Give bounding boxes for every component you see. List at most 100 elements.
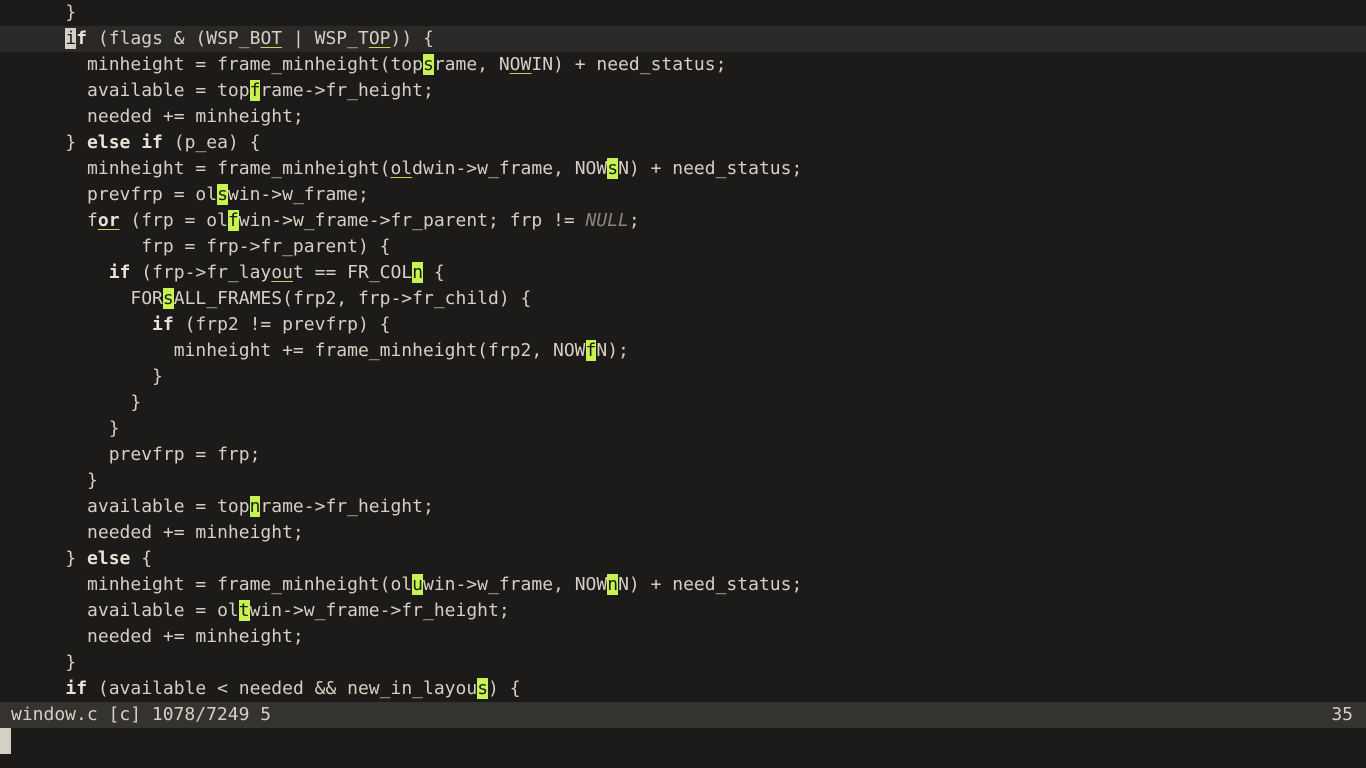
code-line[interactable]: } — [0, 468, 1366, 494]
code-line[interactable]: } — [0, 416, 1366, 442]
code-token: win->w_frame->fr_parent; frp != — [238, 210, 586, 231]
code-line-text: prevfrp = olswin->w_frame; — [22, 182, 369, 208]
code-line-text: } — [22, 650, 76, 676]
code-line[interactable]: needed += minheight; — [0, 520, 1366, 546]
code-line-text: FORsALL_FRAMES(frp2, frp->fr_child) { — [22, 286, 531, 312]
jump-hint-label: u — [412, 574, 423, 595]
code-token: NULL — [585, 210, 629, 231]
code-buffer[interactable]: } if (flags & (WSP_BOT | WSP_TOP)) { min… — [0, 0, 1366, 702]
code-line[interactable]: prevfrp = frp; — [0, 442, 1366, 468]
keyword-token: f — [76, 28, 88, 49]
code-token: IN) + need_status; — [531, 54, 727, 75]
command-line[interactable] — [0, 728, 1366, 768]
code-token: OW — [509, 54, 532, 75]
code-line[interactable]: } else { — [0, 546, 1366, 572]
code-token: frp = frp->fr_parent) { — [22, 236, 391, 257]
code-line[interactable]: available = oltwin->w_frame->fr_height; — [0, 598, 1366, 624]
code-token: available = ol — [22, 600, 239, 621]
code-token: OP — [368, 28, 391, 49]
code-token: ou — [271, 262, 293, 283]
status-line: window.c [c] 1078/7249 5 35 — [0, 702, 1366, 728]
keyword-token: if — [152, 314, 174, 335]
code-token: { — [423, 262, 445, 283]
code-line[interactable]: } — [0, 364, 1366, 390]
code-token: prevfrp = frp; — [22, 444, 261, 465]
code-token: ; — [628, 210, 640, 231]
code-token: | WSP_T — [282, 28, 369, 49]
code-line[interactable]: prevfrp = olswin->w_frame; — [0, 182, 1366, 208]
code-token: minheight = frame_minheight( — [22, 158, 391, 179]
code-token: } — [22, 132, 88, 153]
code-token: )) { — [390, 28, 434, 49]
jump-hint-label: f — [227, 210, 239, 231]
code-token: minheight += frame_minheight(frp2, NOW — [22, 340, 586, 361]
code-token: } — [22, 470, 98, 491]
code-token: win->w_frame; — [227, 184, 369, 205]
keyword-token: if — [108, 262, 131, 283]
code-line[interactable]: } — [0, 650, 1366, 676]
code-line[interactable]: needed += minheight; — [0, 104, 1366, 130]
keyword-token: else — [87, 548, 131, 569]
code-line[interactable]: needed += minheight; — [0, 624, 1366, 650]
code-line[interactable]: if (available < needed && new_in_layous)… — [0, 676, 1366, 702]
text-cursor: i — [65, 28, 77, 49]
code-line-text: minheight += frame_minheight(frp2, NOWfN… — [22, 338, 629, 364]
jump-hint-label: n — [412, 262, 424, 283]
code-line[interactable]: } — [0, 390, 1366, 416]
code-token: (frp = ol — [119, 210, 228, 231]
code-token: ol — [390, 158, 413, 179]
code-line[interactable]: if (flags & (WSP_BOT | WSP_TOP)) { — [0, 26, 1366, 52]
code-line[interactable]: frp = frp->fr_parent) { — [0, 234, 1366, 260]
code-token: (available < needed && new_in_layou — [87, 678, 478, 699]
code-token: (frp2 != prevfrp) { — [173, 314, 391, 335]
code-token: rame->fr_height; — [260, 496, 434, 517]
code-line[interactable]: minheight = frame_minheight(oluwin->w_fr… — [0, 572, 1366, 598]
code-line[interactable]: FORsALL_FRAMES(frp2, frp->fr_child) { — [0, 286, 1366, 312]
keyword-token: else if — [87, 132, 163, 153]
code-line[interactable]: } — [0, 0, 1366, 26]
jump-hint-label: s — [217, 184, 228, 205]
status-file-info: window.c [c] 1078/7249 5 — [11, 704, 272, 725]
code-token: (p_ea) { — [162, 132, 261, 153]
jump-hint-label: s — [162, 288, 174, 309]
code-line-text: for (frp = olfwin->w_frame->fr_parent; f… — [22, 208, 640, 234]
code-line-text: needed += minheight; — [22, 520, 304, 546]
command-line-cursor — [0, 728, 11, 754]
code-token: t == FR_COL — [292, 262, 413, 283]
status-column: 35 — [1331, 704, 1353, 725]
code-line-text: needed += minheight; — [22, 624, 304, 650]
code-token: } — [22, 652, 77, 673]
code-token: } — [22, 548, 88, 569]
jump-hint-label: f — [585, 340, 597, 361]
code-line[interactable]: for (frp = olfwin->w_frame->fr_parent; f… — [0, 208, 1366, 234]
code-line[interactable]: minheight = frame_minheight(oldwin->w_fr… — [0, 156, 1366, 182]
code-token: prevfrp = ol — [22, 184, 218, 205]
code-token: N) + need_status; — [618, 574, 803, 595]
code-line[interactable]: available = topnrame->fr_height; — [0, 494, 1366, 520]
code-line[interactable]: minheight = frame_minheight(topsrame, NO… — [0, 52, 1366, 78]
code-line[interactable]: minheight += frame_minheight(frp2, NOWfN… — [0, 338, 1366, 364]
vim-editor[interactable]: } if (flags & (WSP_BOT | WSP_TOP)) { min… — [0, 0, 1366, 768]
code-token: } — [22, 366, 163, 387]
code-token: N) + need_status; — [618, 158, 803, 179]
code-line[interactable]: available = topframe->fr_height; — [0, 78, 1366, 104]
code-line-text: if (frp->fr_layout == FR_COLn { — [22, 260, 445, 286]
code-line[interactable]: if (frp2 != prevfrp) { — [0, 312, 1366, 338]
code-token: (flags & (WSP_B — [87, 28, 261, 49]
code-token: available = top — [22, 80, 250, 101]
code-line-text: available = topframe->fr_height; — [22, 78, 434, 104]
code-token: needed += minheight; — [22, 522, 304, 543]
code-line[interactable]: if (frp->fr_layout == FR_COLn { — [0, 260, 1366, 286]
code-token: rame, N — [433, 54, 510, 75]
code-token: dwin->w_frame, NOW — [412, 158, 608, 179]
code-token: { — [130, 548, 153, 569]
code-line[interactable]: } else if (p_ea) { — [0, 130, 1366, 156]
jump-hint-label: s — [422, 54, 434, 75]
code-token: } — [22, 418, 120, 439]
code-token: minheight = frame_minheight(ol — [22, 574, 413, 595]
code-line-text: } — [22, 416, 120, 442]
code-token: win->w_frame->fr_height; — [249, 600, 510, 621]
